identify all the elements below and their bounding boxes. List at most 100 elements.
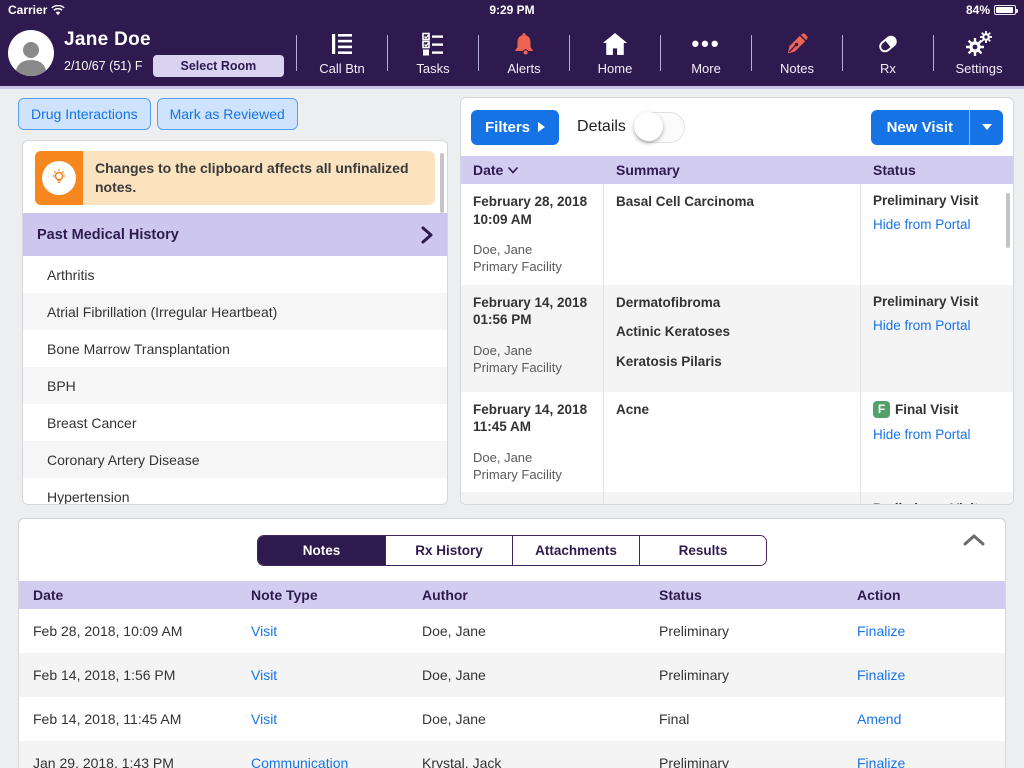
caret-down-icon (982, 124, 992, 130)
visit-status: Preliminary Visit (873, 294, 1001, 309)
app-header: Jane Doe 2/10/67 (51) F Select Room Call… (0, 20, 1024, 86)
collapse-panel-button[interactable] (963, 533, 985, 552)
column-date[interactable]: Date (33, 587, 251, 603)
tab-notes[interactable]: Notes (258, 536, 385, 565)
note-row: Feb 28, 2018, 10:09 AM Visit Doe, Jane P… (19, 609, 1005, 653)
finalize-link[interactable]: Finalize (857, 667, 991, 683)
note-row: Jan 29, 2018, 1:43 PM Communication Krys… (19, 741, 1005, 768)
visits-panel: Filters Details New Visit Date Sum (460, 97, 1014, 505)
battery-percent: 84% (966, 3, 990, 17)
header-divider (0, 86, 1024, 89)
mark-as-reviewed-button[interactable]: Mark as Reviewed (157, 98, 298, 130)
nav-alerts[interactable]: Alerts (479, 31, 569, 76)
triangle-right-icon (538, 122, 545, 132)
final-visit-icon: F (873, 401, 890, 418)
bell-icon (511, 31, 537, 57)
visit-row[interactable]: February 14, 201801:56 PM Doe, JanePrima… (461, 285, 1013, 392)
visits-table-header: Date Summary Status (461, 156, 1013, 184)
nav-more[interactable]: ••• More (661, 31, 751, 76)
gears-icon (965, 31, 993, 57)
details-label: Details (577, 118, 626, 136)
column-status[interactable]: Status (659, 587, 857, 603)
nav-notes[interactable]: Notes (752, 31, 842, 76)
list-item[interactable]: Arthritis (23, 256, 447, 293)
avatar[interactable] (8, 30, 54, 76)
visit-status: F Final Visit (873, 401, 1001, 418)
hide-from-portal-link[interactable]: Hide from Portal (873, 427, 1001, 442)
note-type-link[interactable]: Visit (251, 667, 422, 683)
column-status[interactable]: Status (861, 162, 1013, 178)
alert-message: Changes to the clipboard affects all unf… (83, 151, 435, 205)
nav-rx[interactable]: Rx (843, 31, 933, 76)
column-summary[interactable]: Summary (604, 162, 861, 178)
note-row: Feb 14, 2018, 11:45 AM Visit Doe, Jane F… (19, 697, 1005, 741)
notes-tab-bar: Notes Rx History Attachments Results (257, 535, 767, 566)
patient-dob: 2/10/67 (51) F (64, 59, 143, 73)
clipboard-alert: Changes to the clipboard affects all unf… (35, 151, 435, 205)
column-action[interactable]: Action (857, 587, 991, 603)
column-author[interactable]: Author (422, 587, 659, 603)
clipboard-panel: Changes to the clipboard affects all unf… (22, 140, 448, 505)
visit-row[interactable]: February 14, 201811:45 AM Doe, JanePrima… (461, 392, 1013, 493)
notes-table-header: Date Note Type Author Status Action (19, 581, 1005, 609)
hide-from-portal-link[interactable]: Hide from Portal (873, 217, 1001, 232)
chevron-right-icon (421, 226, 433, 244)
status-bar: Carrier 9:29 PM 84% (0, 0, 1024, 20)
list-item[interactable]: Breast Cancer (23, 404, 447, 441)
home-icon (602, 31, 628, 57)
patient-name: Jane Doe (64, 29, 284, 51)
notes-panel: Notes Rx History Attachments Results Dat… (18, 518, 1006, 768)
note-type-link[interactable]: Visit (251, 711, 422, 727)
column-note-type[interactable]: Note Type (251, 587, 422, 603)
nav-call-btn[interactable]: Call Btn (297, 31, 387, 76)
ellipsis-icon: ••• (691, 31, 720, 57)
left-actions: Drug Interactions Mark as Reviewed (18, 98, 298, 130)
new-visit-button[interactable]: New Visit (871, 110, 969, 145)
visit-row[interactable]: January 15, 201805:12 PM Doe, JanePrimar… (461, 492, 1013, 505)
app-screen: Carrier 9:29 PM 84% Jane Doe (0, 0, 1024, 768)
clock: 9:29 PM (208, 3, 816, 17)
nav-settings[interactable]: Settings (934, 31, 1024, 76)
wifi-icon (51, 5, 65, 16)
visit-status: Preliminary Visit (873, 501, 1001, 505)
pen-nib-icon (784, 31, 810, 57)
tab-rx-history[interactable]: Rx History (385, 536, 512, 565)
details-toggle[interactable] (634, 112, 685, 143)
note-row: Feb 14, 2018, 1:56 PM Visit Doe, Jane Pr… (19, 653, 1005, 697)
person-icon (11, 36, 51, 76)
new-visit-dropdown-button[interactable] (969, 110, 1003, 145)
tab-attachments[interactable]: Attachments (512, 536, 639, 565)
column-date[interactable]: Date (461, 162, 604, 178)
nav-tasks[interactable]: Tasks (388, 31, 478, 76)
amend-link[interactable]: Amend (857, 711, 991, 727)
list-item[interactable]: Bone Marrow Transplantation (23, 330, 447, 367)
select-room-button[interactable]: Select Room (153, 55, 285, 77)
battery-icon (994, 5, 1016, 15)
visit-status: Preliminary Visit (873, 193, 1001, 208)
condition-list: Arthritis Atrial Fibrillation (Irregular… (23, 256, 447, 505)
scrollbar[interactable] (440, 153, 444, 213)
nav-home[interactable]: Home (570, 31, 660, 76)
tab-results[interactable]: Results (639, 536, 766, 565)
scrollbar[interactable] (1006, 193, 1010, 248)
list-item[interactable]: BPH (23, 367, 447, 404)
lightbulb-icon (35, 151, 83, 205)
finalize-link[interactable]: Finalize (857, 623, 991, 639)
carrier-label: Carrier (8, 3, 47, 17)
list-item[interactable]: Atrial Fibrillation (Irregular Heartbeat… (23, 293, 447, 330)
finalize-link[interactable]: Finalize (857, 755, 991, 768)
chevron-down-icon (508, 167, 518, 174)
hide-from-portal-link[interactable]: Hide from Portal (873, 318, 1001, 333)
drug-interactions-button[interactable]: Drug Interactions (18, 98, 151, 130)
list-item[interactable]: Hypertension (23, 478, 447, 505)
filters-button[interactable]: Filters (471, 110, 559, 145)
past-medical-history-header[interactable]: Past Medical History (23, 213, 447, 256)
patient-banner: Jane Doe 2/10/67 (51) F Select Room (0, 29, 296, 77)
visit-row[interactable]: February 28, 201810:09 AM Doe, JanePrima… (461, 184, 1013, 285)
note-type-link[interactable]: Visit (251, 623, 422, 639)
note-type-link[interactable]: Communication (251, 755, 422, 768)
call-btn-icon (329, 31, 355, 57)
top-nav: Call Btn Tasks (296, 20, 1024, 86)
list-item[interactable]: Coronary Artery Disease (23, 441, 447, 478)
tasks-icon (420, 31, 446, 57)
